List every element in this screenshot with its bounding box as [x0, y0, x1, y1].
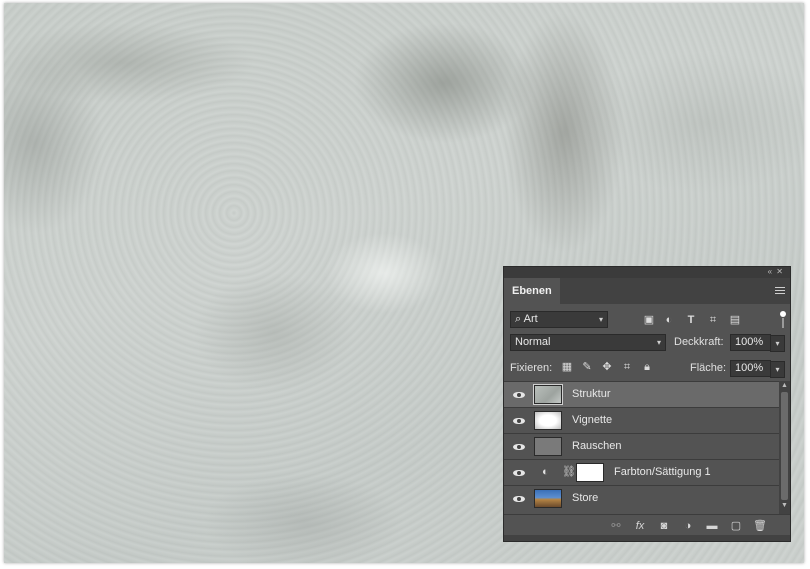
panel-tab-bar: Ebenen: [504, 278, 790, 304]
layer-row-vignette[interactable]: Vignette: [504, 407, 780, 433]
lock-position-icon[interactable]: ✥: [601, 361, 613, 373]
lock-all-icon[interactable]: 🔒︎: [641, 361, 653, 373]
lock-transparency-icon[interactable]: ▦: [561, 361, 573, 373]
blend-mode-value: Normal: [515, 336, 551, 348]
adjustment-filter-icon[interactable]: ◐: [662, 313, 676, 327]
filter-type-label: Art: [523, 313, 538, 325]
tab-layers[interactable]: Ebenen: [504, 278, 560, 304]
layers-panel: « ✕ Ebenen ⌕ Art ▾ ▣ ◐ T ⌗ ▤ Normal ▾ De…: [503, 266, 791, 542]
type-filter-icon[interactable]: T: [684, 313, 698, 327]
visibility-eye-icon[interactable]: [513, 494, 525, 504]
layer-thumbnail[interactable]: [534, 489, 562, 508]
fill-label: Fläche:: [690, 362, 727, 374]
opacity-value: 100%: [735, 336, 764, 348]
opacity-field[interactable]: 100% ▾: [730, 334, 785, 352]
layer-list: Struktur Vignette Rauschen ◐ ⛓︎ Farbton/…: [504, 381, 780, 514]
filter-toggle[interactable]: [780, 311, 786, 329]
layer-thumbnail[interactable]: [534, 437, 562, 456]
layer-mask-thumbnail[interactable]: [576, 463, 604, 482]
mask-icon[interactable]: ◙: [657, 520, 671, 532]
layer-row-rauschen[interactable]: Rauschen: [504, 433, 780, 459]
lock-label: Fixieren:: [510, 362, 553, 374]
layer-row-farbton[interactable]: ◐ ⛓︎ Farbton/Sättigung 1: [504, 459, 780, 485]
adjustment-layer-icon: ◐: [542, 466, 549, 478]
layer-filter-select[interactable]: ⌕ Art ▾: [510, 311, 608, 328]
adjustment-icon[interactable]: ◑: [681, 520, 695, 532]
layer-name[interactable]: Vignette: [572, 414, 612, 426]
layer-thumbnail[interactable]: [533, 384, 563, 405]
panel-title-bar[interactable]: « ✕: [504, 267, 790, 278]
link-icon[interactable]: ⚯: [609, 520, 623, 532]
layer-thumbnail[interactable]: [534, 411, 562, 430]
smartobject-filter-icon[interactable]: ▤: [728, 313, 742, 327]
search-icon: ⌕: [515, 313, 522, 325]
fill-dropdown-icon[interactable]: ▾: [770, 361, 785, 378]
scroll-up-icon[interactable]: ▲: [779, 381, 790, 391]
scrollbar-thumb[interactable]: [781, 392, 788, 500]
new-layer-icon[interactable]: ▢: [729, 520, 743, 532]
layer-row-store[interactable]: Store: [504, 485, 780, 511]
shape-filter-icon[interactable]: ⌗: [706, 313, 720, 327]
image-filter-icon[interactable]: ▣: [642, 313, 656, 327]
chevron-down-icon: ▾: [656, 338, 661, 347]
visibility-eye-icon[interactable]: [513, 390, 525, 400]
layer-name[interactable]: Rauschen: [572, 440, 622, 452]
visibility-eye-icon[interactable]: [513, 416, 525, 426]
fx-icon[interactable]: fx: [633, 520, 647, 532]
layer-list-scrollbar[interactable]: ▲ ▼: [779, 381, 790, 514]
fill-field[interactable]: 100% ▾: [730, 360, 785, 378]
panel-menu-icon[interactable]: [775, 287, 785, 295]
layers-bottom-toolbar: ⚯ fx ◙ ◑ ▬ ▢ 🗑︎: [504, 514, 790, 537]
chevron-down-icon: ▾: [598, 315, 603, 324]
visibility-eye-icon[interactable]: [513, 442, 525, 452]
fill-value: 100%: [735, 362, 764, 374]
lock-artboard-icon[interactable]: ⌗: [621, 361, 633, 373]
link-chain-icon[interactable]: ⛓︎: [562, 465, 576, 478]
layer-name[interactable]: Struktur: [572, 388, 611, 400]
opacity-dropdown-icon[interactable]: ▾: [770, 335, 785, 352]
visibility-eye-icon[interactable]: [513, 468, 525, 478]
opacity-label: Deckkraft:: [674, 336, 724, 348]
lock-paint-icon[interactable]: ✎: [581, 361, 593, 373]
collapse-panel-icon[interactable]: « ✕: [768, 267, 784, 276]
blend-mode-select[interactable]: Normal ▾: [510, 334, 666, 351]
layer-name[interactable]: Farbton/Sättigung 1: [614, 466, 711, 478]
panel-bottom-edge: [504, 535, 790, 541]
layer-row-struktur[interactable]: Struktur: [504, 381, 780, 407]
trash-icon[interactable]: 🗑︎: [753, 520, 767, 532]
scroll-down-icon[interactable]: ▼: [779, 501, 790, 511]
layer-name[interactable]: Store: [572, 492, 598, 504]
folder-icon[interactable]: ▬: [705, 520, 719, 532]
